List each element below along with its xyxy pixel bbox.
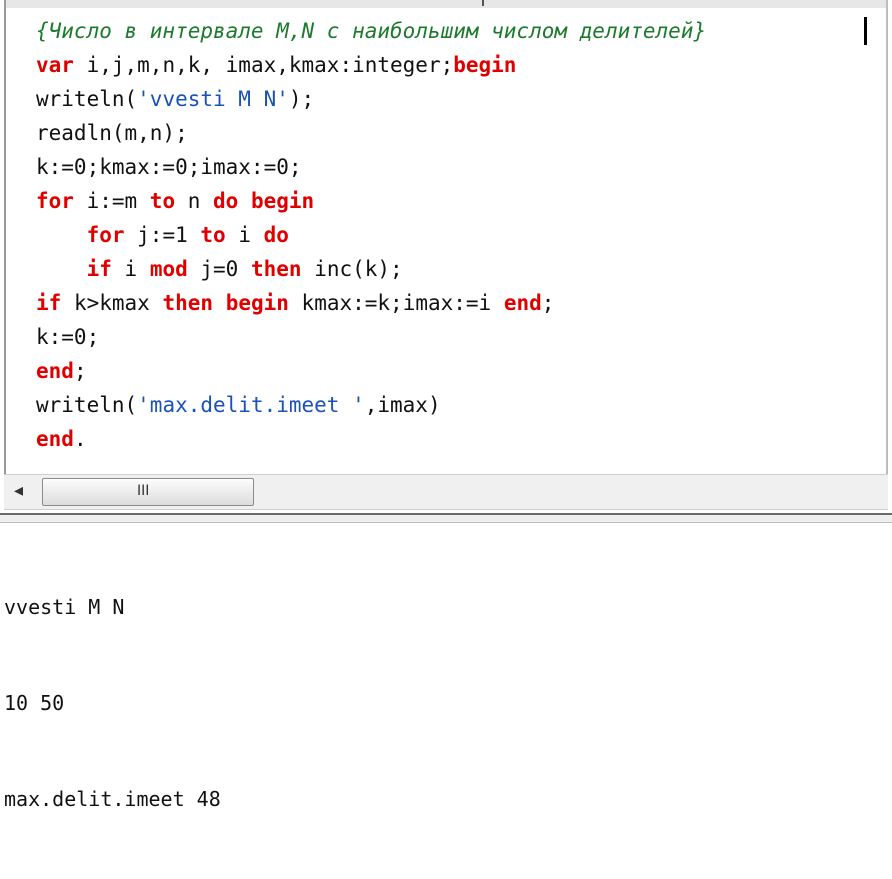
keyword-token: if (86, 257, 112, 281)
keyword-token: then (162, 291, 214, 315)
keyword-token: end (36, 427, 74, 451)
pane-splitter[interactable] (0, 513, 892, 523)
code-token: ; (541, 291, 555, 315)
code-token: ); (288, 87, 315, 111)
code-token: k:=0; (36, 325, 100, 349)
code-token: k:=0;kmax:=0;imax:=0; (36, 155, 302, 179)
code-line[interactable]: k:=0; (36, 320, 706, 354)
keyword-token: for (36, 189, 74, 213)
horizontal-scrollbar[interactable]: ◂ III (4, 474, 888, 510)
keyword-token: if (36, 291, 62, 315)
output-line: 10 50 (4, 691, 65, 715)
editor-top-edge (4, 0, 888, 8)
code-line[interactable]: {Число в интервале M,N с наибольшим числ… (36, 14, 706, 48)
grip-icon: III (137, 483, 150, 499)
code-token: j:=1 (124, 223, 201, 247)
keyword-token: then (250, 257, 302, 281)
keyword-token: to (149, 189, 176, 213)
code-line[interactable]: end; (36, 354, 706, 388)
editor-left-edge (4, 0, 6, 474)
code-token: . (73, 427, 87, 451)
code-token: k>kmax (61, 291, 163, 315)
text-cursor (864, 17, 867, 45)
keyword-token: end (36, 359, 74, 383)
code-line[interactable]: var i,j,m,n,k, imax,kmax:integer;begin (36, 48, 706, 82)
code-line[interactable]: for j:=1 to i do (36, 218, 706, 252)
comment-token: {Число в интервале M,N с наибольшим числ… (36, 19, 707, 43)
output-lines: vvesti M N 10 50 max.delit.imeet 48 (4, 527, 221, 879)
code-line[interactable]: writeln('max.delit.imeet ',imax) (36, 388, 706, 422)
code-line[interactable]: for i:=m to n do begin (36, 184, 706, 218)
code-line[interactable]: if k>kmax then begin kmax:=k;imax:=i end… (36, 286, 706, 320)
code-line[interactable]: if i mod j=0 then inc(k); (36, 252, 706, 286)
code-editor[interactable]: {Число в интервале M,N с наибольшим числ… (0, 0, 892, 474)
keyword-token: to (200, 223, 226, 247)
output-line: max.delit.imeet 48 (4, 787, 221, 811)
code-token: i:=m (73, 189, 150, 213)
code-token: n (175, 189, 214, 213)
code-token: i (111, 257, 150, 281)
code-line[interactable]: writeln('vvesti M N'); (36, 82, 706, 116)
ruler-mark (482, 0, 484, 6)
keyword-token: do (263, 223, 289, 247)
scroll-left-icon[interactable]: ◂ (14, 481, 23, 501)
code-token: kmax:=k;imax:=i (288, 291, 504, 315)
keyword-token: for (86, 223, 125, 247)
code-line[interactable]: readln(m,n); (36, 116, 706, 150)
keyword-token: mod (149, 257, 188, 281)
code-token: i (225, 223, 264, 247)
code-lines[interactable]: {Число в интервале M,N с наибольшим числ… (36, 14, 706, 456)
keyword-token: begin (453, 53, 517, 77)
keyword-token: begin (225, 291, 289, 315)
code-token: readln(m,n); (36, 121, 188, 145)
string-token: 'max.delit.imeet ' (137, 393, 365, 417)
code-token: writeln( (36, 393, 138, 417)
keyword-token: begin (250, 189, 315, 213)
code-token: ; (73, 359, 87, 383)
string-token: 'vvesti M N' (137, 87, 289, 111)
code-token: i,j,m,n,k, imax,kmax:integer; (73, 53, 454, 77)
code-line[interactable]: k:=0;kmax:=0;imax:=0; (36, 150, 706, 184)
scrollbar-thumb[interactable]: III (42, 478, 254, 506)
keyword-token: end (503, 291, 542, 315)
keyword-token: var (36, 53, 74, 77)
output-line: vvesti M N (4, 595, 125, 619)
code-token: inc(k); (301, 257, 403, 281)
code-token: j=0 (187, 257, 251, 281)
output-pane: vvesti M N 10 50 max.delit.imeet 48 (0, 523, 892, 811)
code-token: ,imax) (364, 393, 441, 417)
keyword-token: do (213, 189, 239, 213)
editor-right-edge (886, 0, 888, 474)
code-line[interactable]: end. (36, 422, 706, 456)
code-token: writeln( (36, 87, 138, 111)
